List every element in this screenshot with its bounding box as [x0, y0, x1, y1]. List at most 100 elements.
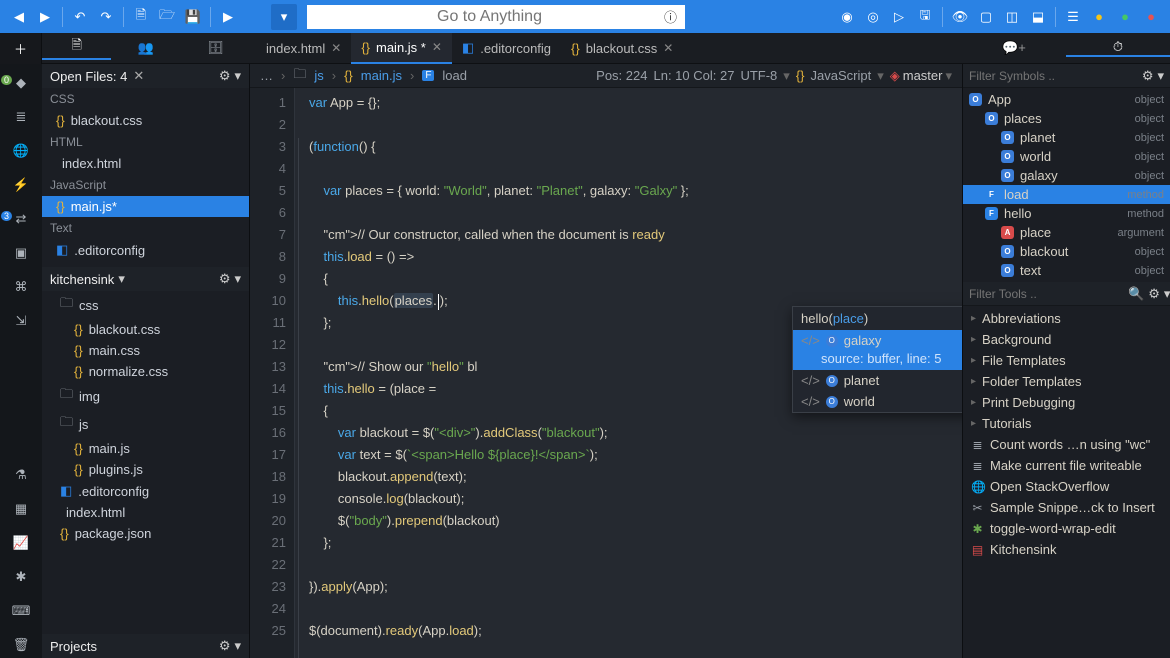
right-panel-tab-chat[interactable]: 💬+	[962, 39, 1066, 57]
tools-search-icon[interactable]: 🔍	[1128, 286, 1144, 302]
stop-record-button[interactable]: ◎	[860, 4, 886, 30]
projects-gear-icon[interactable]: ⚙	[219, 638, 231, 654]
activity-globe[interactable]: 🌐	[5, 138, 37, 164]
symbol-item[interactable]: Aplaceargument	[963, 223, 1170, 242]
status-branch[interactable]: ◈master▾	[890, 68, 952, 84]
gutter[interactable]: 1234567891011121314151617181920212223242…	[256, 88, 294, 658]
tree-file[interactable]: {}plugins.js	[42, 459, 249, 480]
tool-item[interactable]: ▸Folder Templates	[963, 371, 1170, 392]
autocomplete-item[interactable]: </>Ogalaxyobject	[793, 330, 962, 351]
tool-item[interactable]: ✂Sample Snippe…ck to Insert	[963, 497, 1170, 518]
tool-item[interactable]: ▸Abbreviations	[963, 308, 1170, 329]
tool-item[interactable]: ≣Count words …n using "wc"	[963, 434, 1170, 455]
new-file-button[interactable]: 🗎	[128, 4, 154, 30]
editor-tab[interactable]: ◧.editorconfig	[452, 33, 561, 64]
back-button[interactable]: ◀	[6, 4, 32, 30]
tool-item[interactable]: ≣Make current file writeable	[963, 455, 1170, 476]
activity-list[interactable]: ≣	[5, 104, 37, 130]
maximize-button[interactable]: ●	[1112, 4, 1138, 30]
activity-command[interactable]: ⌘	[5, 274, 37, 300]
project-dropdown-icon[interactable]: ▾	[118, 271, 125, 287]
open-files-close-icon[interactable]: ✕	[133, 68, 144, 84]
tool-item[interactable]: 🌐Open StackOverflow	[963, 476, 1170, 497]
save-macro-button[interactable]: 🖫	[912, 4, 938, 30]
symbol-item[interactable]: Oworldobject	[963, 147, 1170, 166]
play-macro-button[interactable]: ▷	[886, 4, 912, 30]
tree-folder[interactable]: 🗀img	[42, 382, 249, 410]
redo-button[interactable]: ↷	[93, 4, 119, 30]
tools-dropdown-icon[interactable]: ▾	[1164, 286, 1170, 302]
symbol-item[interactable]: Fhellomethod	[963, 204, 1170, 223]
status-encoding[interactable]: UTF-8	[740, 68, 777, 84]
tab-close-icon[interactable]: ✕	[331, 41, 341, 55]
symbols-gear-icon[interactable]: ⚙	[1142, 68, 1154, 84]
layout-single-button[interactable]: ▢	[973, 4, 999, 30]
tree-file[interactable]: {}main.js	[42, 438, 249, 459]
tool-item[interactable]: ▸File Templates	[963, 350, 1170, 371]
breadcrumb-file[interactable]: main.js	[361, 68, 402, 83]
open-file-button[interactable]: 🗁	[154, 4, 180, 30]
activity-chart[interactable]: 📈	[5, 530, 37, 556]
breadcrumb-symbol[interactable]: load	[442, 68, 467, 83]
symbol-item[interactable]: Oplanetobject	[963, 128, 1170, 147]
editor-tab[interactable]: {}blackout.css✕	[561, 33, 683, 64]
symbols-dropdown-icon[interactable]: ▾	[1157, 68, 1164, 84]
projects-dropdown-icon[interactable]: ▾	[234, 638, 241, 654]
goto-anything-input[interactable]	[315, 8, 664, 26]
symbol-item[interactable]: Ogalaxyobject	[963, 166, 1170, 185]
tree-file[interactable]: ◧.editorconfig	[42, 480, 249, 502]
tool-item[interactable]: ▸Background	[963, 329, 1170, 350]
autocomplete-item[interactable]: </>Oworldobject	[793, 391, 962, 412]
tools-filter-input[interactable]	[969, 287, 1124, 301]
project-gear-icon[interactable]: ⚙	[219, 271, 231, 287]
activity-trash[interactable]: 🗑	[5, 632, 37, 658]
autocomplete-item[interactable]: </>Oplanetobject	[793, 370, 962, 391]
activity-source[interactable]: 3⇄	[5, 206, 37, 232]
activity-regex[interactable]: ▦	[5, 496, 37, 522]
projects-header[interactable]: Projects ⚙ ▾	[42, 634, 249, 658]
preview-button[interactable]: 👁	[947, 4, 973, 30]
editor-tab[interactable]: index.html✕	[250, 33, 351, 64]
add-activity-button[interactable]: ＋	[0, 33, 42, 64]
activity-share[interactable]: ⇲	[5, 308, 37, 334]
right-panel-tab-clock[interactable]: ⏱	[1066, 39, 1170, 57]
layout-split-h-button[interactable]: ⬓	[1025, 4, 1051, 30]
close-button[interactable]: ●	[1138, 4, 1164, 30]
undo-button[interactable]: ↶	[67, 4, 93, 30]
forward-button[interactable]: ▶	[32, 4, 58, 30]
open-file-item[interactable]: index.html	[42, 153, 249, 174]
symbol-item[interactable]: OAppobject	[963, 90, 1170, 109]
symbol-item[interactable]: Floadmethod	[963, 185, 1170, 204]
breadcrumb-folder[interactable]: js	[314, 68, 323, 83]
breadcrumb-ellipsis[interactable]: …	[260, 68, 273, 83]
record-button[interactable]: ◉	[834, 4, 860, 30]
tool-item[interactable]: ▤Kitchensink	[963, 539, 1170, 560]
tree-file[interactable]: {}package.json	[42, 523, 249, 544]
open-file-item[interactable]: {}main.js*	[42, 196, 249, 217]
open-files-gear-icon[interactable]: ⚙	[219, 68, 231, 84]
panel-tab-collab[interactable]: 👥	[111, 36, 180, 60]
dropdown-button[interactable]: ▾	[271, 4, 297, 30]
tree-file[interactable]: {}blackout.css	[42, 319, 249, 340]
activity-bolt[interactable]: ⚡	[5, 172, 37, 198]
activity-layers[interactable]: 0◆	[5, 70, 37, 96]
minimize-button[interactable]: ●	[1086, 4, 1112, 30]
tool-item[interactable]: ▸Print Debugging	[963, 392, 1170, 413]
symbol-item[interactable]: Otextobject	[963, 261, 1170, 280]
code-area[interactable]: 1234567891011121314151617181920212223242…	[250, 88, 962, 658]
tree-file[interactable]: {}normalize.css	[42, 361, 249, 382]
tool-item[interactable]: ✱toggle-word-wrap-edit	[963, 518, 1170, 539]
activity-star[interactable]: ✱	[5, 564, 37, 590]
layout-split-v-button[interactable]: ◫	[999, 4, 1025, 30]
save-button[interactable]: 💾	[180, 4, 206, 30]
tool-item[interactable]: ▸Tutorials	[963, 413, 1170, 434]
tab-close-icon[interactable]: ✕	[432, 40, 442, 54]
tab-close-icon[interactable]: ✕	[663, 41, 673, 55]
symbol-item[interactable]: Oplacesobject	[963, 109, 1170, 128]
status-language[interactable]: JavaScript	[811, 68, 872, 84]
open-file-item[interactable]: {}blackout.css	[42, 110, 249, 131]
menu-button[interactable]: ☰	[1060, 4, 1086, 30]
tree-file[interactable]: {}main.css	[42, 340, 249, 361]
tools-gear-icon[interactable]: ⚙	[1148, 286, 1160, 302]
activity-terminal[interactable]: ⌨	[5, 598, 37, 624]
